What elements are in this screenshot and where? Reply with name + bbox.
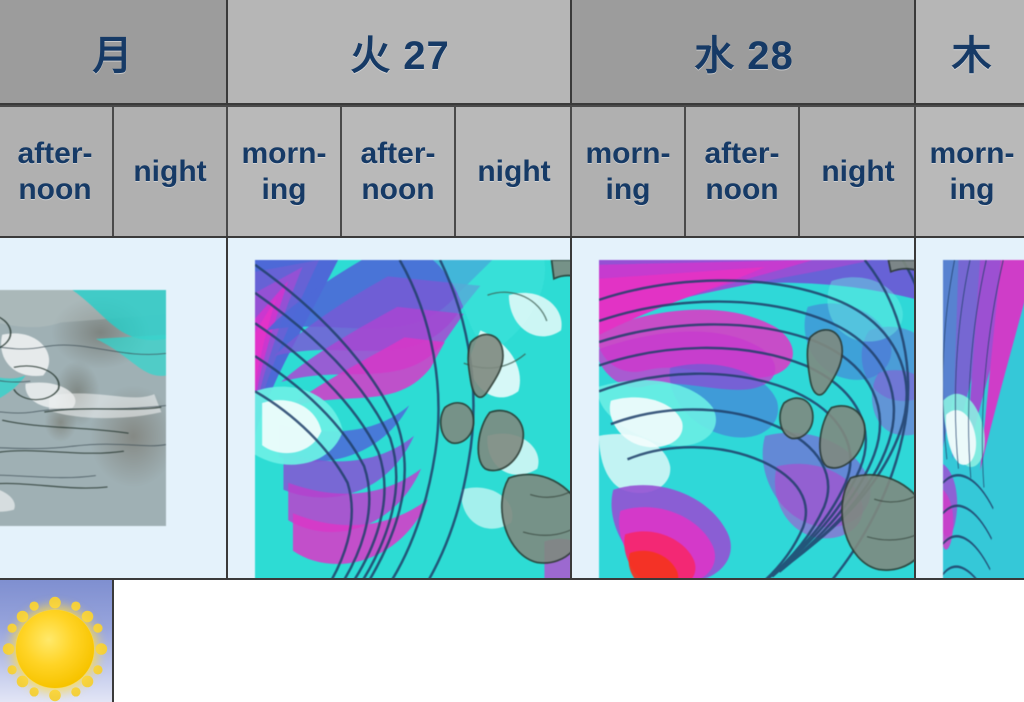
slot-header-label: after- noon bbox=[360, 137, 436, 206]
slot-header-label: night bbox=[821, 154, 895, 188]
day-header-thu[interactable]: 木 bbox=[914, 0, 1024, 105]
slot-header-label: after- noon bbox=[17, 137, 93, 206]
weather-map-cell-mon[interactable] bbox=[0, 236, 228, 580]
slot-header-wed-night[interactable]: night bbox=[798, 105, 918, 238]
slot-header-mon-afternoon[interactable]: after- noon bbox=[0, 105, 114, 238]
slot-header-tue-morning[interactable]: morn- ing bbox=[226, 105, 342, 238]
europe-pressure-map-icon bbox=[255, 260, 572, 578]
map-coastline-layer bbox=[255, 260, 572, 578]
slot-header-label: morn- ing bbox=[241, 137, 327, 206]
slot-header-tue-afternoon[interactable]: after- noon bbox=[340, 105, 456, 238]
slot-header-label: after- noon bbox=[704, 137, 780, 206]
sun-disc bbox=[16, 610, 94, 689]
day-header-wed[interactable]: 水 28 bbox=[570, 0, 918, 105]
slot-header-label: morn- ing bbox=[585, 137, 671, 206]
slot-header-tue-night[interactable]: night bbox=[454, 105, 574, 238]
weather-icon-cell-mon-afternoon[interactable] bbox=[0, 578, 114, 702]
day-header-label: 火 27 bbox=[350, 33, 450, 78]
slot-header-label: morn- ing bbox=[929, 137, 1015, 206]
day-header-mon[interactable]: 月 bbox=[0, 0, 230, 105]
slot-header-wed-afternoon[interactable]: after- noon bbox=[684, 105, 800, 238]
slot-header-wed-morning[interactable]: morn- ing bbox=[570, 105, 686, 238]
sun-icon bbox=[0, 580, 112, 702]
slot-header-label: night bbox=[477, 154, 551, 188]
slot-header-thu-morning[interactable]: morn- ing bbox=[914, 105, 1024, 238]
day-header-label: 月 bbox=[92, 33, 134, 78]
europe-pressure-map-icon bbox=[943, 260, 1024, 578]
slot-header-label: night bbox=[133, 154, 207, 188]
weather-map-cell-wed[interactable] bbox=[570, 236, 918, 580]
weather-forecast-table: 月 火 27 水 28 木 after- noon night morn- in… bbox=[0, 0, 1024, 702]
day-header-tue[interactable]: 火 27 bbox=[226, 0, 574, 105]
weather-map-cell-tue[interactable] bbox=[226, 236, 574, 580]
weather-map-cell-thu[interactable] bbox=[914, 236, 1024, 580]
europe-pressure-map-icon bbox=[0, 290, 166, 526]
day-header-label: 水 28 bbox=[694, 33, 794, 78]
slot-header-mon-night[interactable]: night bbox=[112, 105, 228, 238]
map-isobar-layer bbox=[943, 260, 1024, 578]
map-coastline-layer bbox=[599, 260, 916, 578]
europe-pressure-map-icon bbox=[599, 260, 916, 578]
day-header-label: 木 bbox=[951, 33, 993, 78]
map-coastline-layer bbox=[0, 290, 166, 526]
